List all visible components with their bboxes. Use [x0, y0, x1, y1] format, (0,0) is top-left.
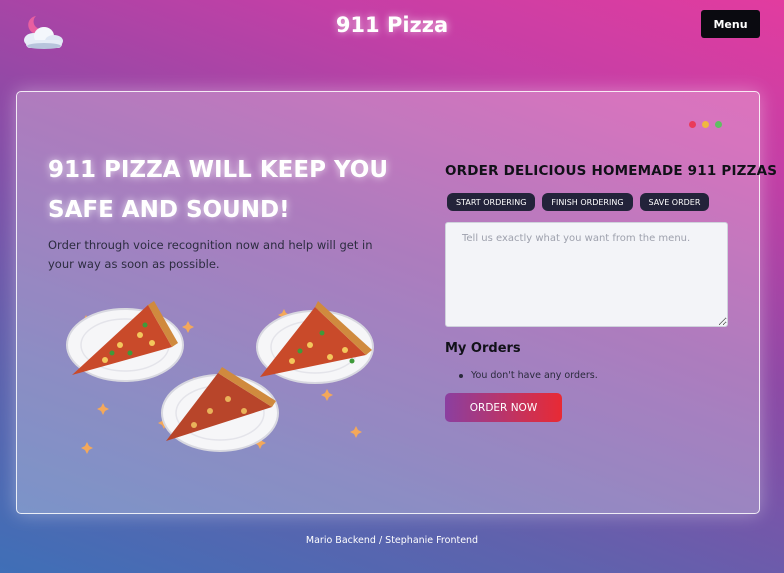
window-dots — [689, 121, 722, 128]
bullet-icon — [459, 373, 463, 378]
orders-list: You don't have any orders. — [459, 370, 598, 381]
order-textarea[interactable] — [445, 222, 728, 327]
hero-text: Order through voice recognition now and … — [48, 238, 373, 271]
save-order-button[interactable]: SAVE ORDER — [639, 193, 710, 211]
site-title: 911 Pizza — [335, 13, 449, 37]
red-dot — [689, 121, 696, 128]
yellow-dot — [702, 121, 709, 128]
site-header: 911 Pizza Menu — [0, 0, 784, 60]
pizza-slices-illustration — [60, 295, 380, 465]
finish-ordering-button[interactable]: FINISH ORDERING — [542, 193, 633, 211]
list-item: You don't have any orders. — [459, 370, 598, 381]
hero-title-line2: SAFE AND SOUND! — [48, 197, 290, 223]
order-controls: START ORDERING FINISH ORDERING SAVE ORDE… — [447, 193, 710, 211]
start-ordering-button[interactable]: START ORDERING — [447, 193, 536, 211]
order-now-button[interactable]: ORDER NOW — [445, 393, 562, 422]
my-orders-heading: My Orders — [445, 341, 521, 356]
hero-title: 911 PIZZA WILL KEEP YOU SAFE AND SOUND! — [48, 150, 408, 230]
footer-credits: Mario Backend / Stephanie Frontend — [305, 535, 479, 546]
menu-button[interactable]: Menu — [701, 10, 760, 38]
order-heading: ORDER DELICIOUS HOMEMADE 911 PIZZAS — [445, 163, 778, 179]
green-dot — [715, 121, 722, 128]
hero-title-line1: 911 PIZZA WILL KEEP YOU — [48, 157, 389, 183]
empty-orders-text: You don't have any orders. — [471, 370, 598, 381]
